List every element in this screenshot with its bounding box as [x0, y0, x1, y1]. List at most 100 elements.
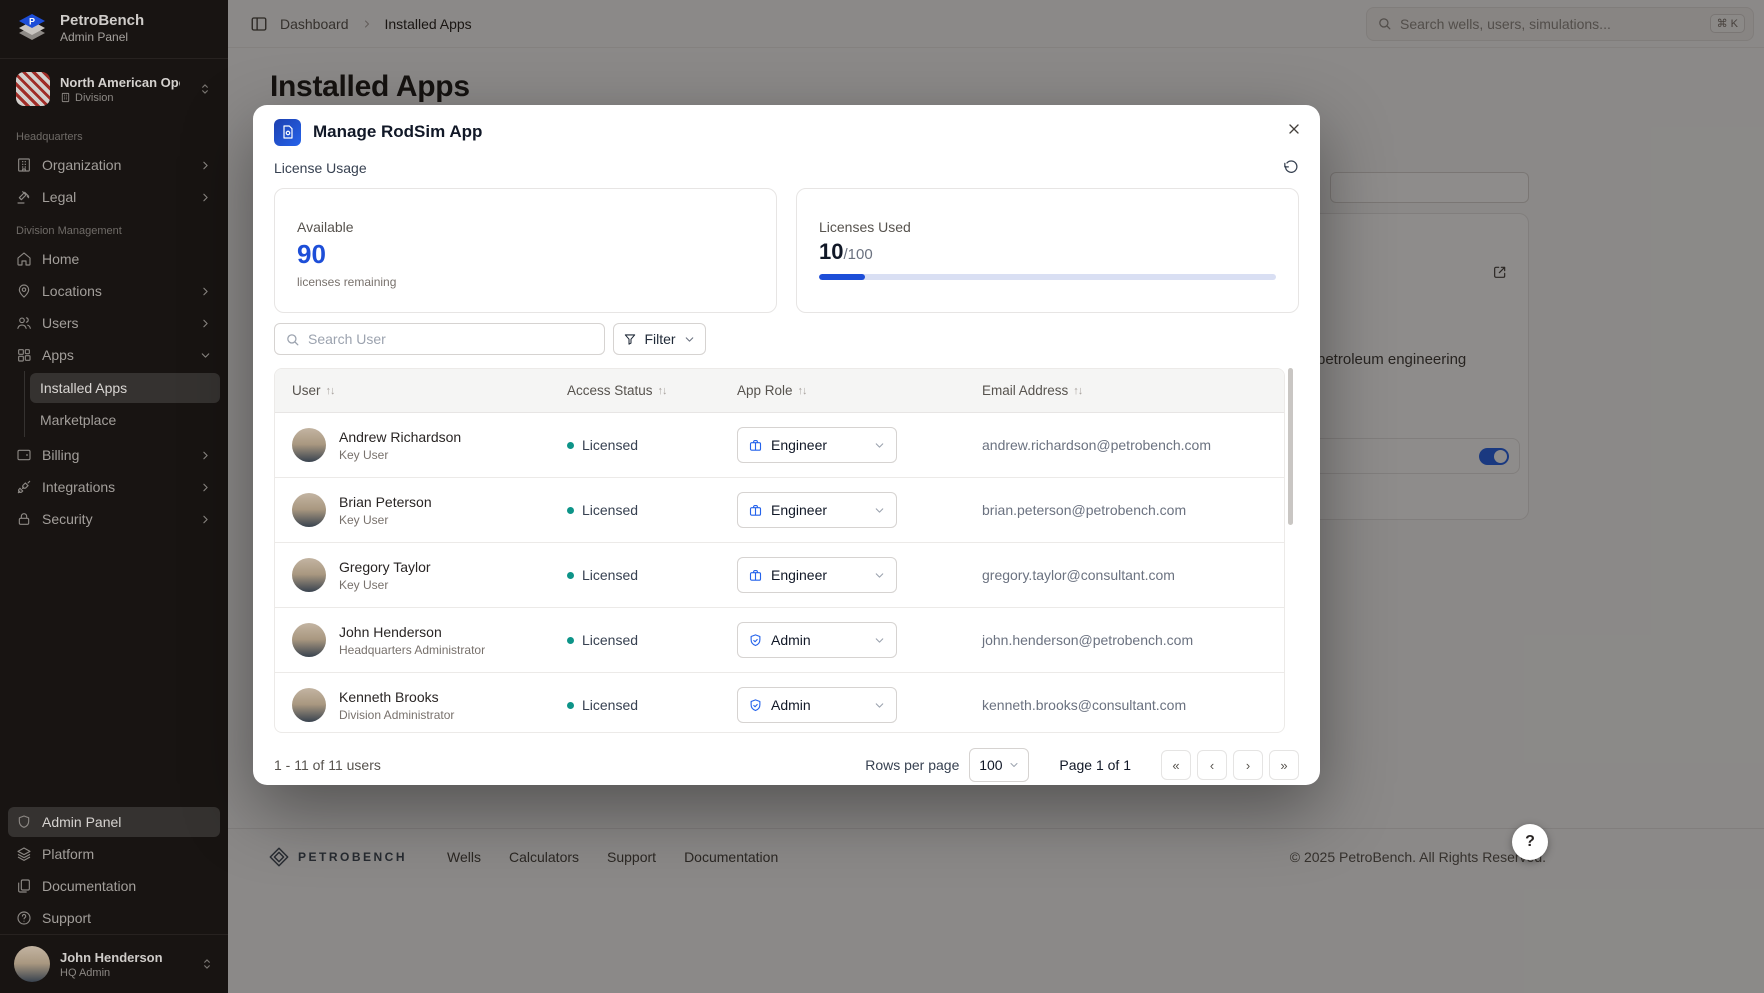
search-user-placeholder: Search User [308, 331, 386, 347]
column-header-user[interactable]: User↑↓ [275, 383, 567, 398]
close-icon[interactable] [1282, 117, 1306, 141]
help-button[interactable]: ? [1512, 824, 1548, 860]
sidebar-item-support[interactable]: Support [8, 903, 220, 933]
table-scrollbar[interactable] [1288, 368, 1293, 525]
org-type: Division [60, 92, 180, 104]
user-avatar [292, 558, 326, 592]
chevrons-up-down-icon [200, 957, 214, 971]
last-page-button[interactable]: » [1269, 750, 1299, 780]
users-icon [16, 315, 32, 331]
user-subtitle: Key User [339, 578, 431, 592]
search-user-input[interactable]: Search User [274, 323, 605, 355]
user-name: Brian Peterson [339, 494, 432, 510]
prev-page-button[interactable]: ‹ [1197, 750, 1227, 780]
status-label: Licensed [582, 697, 638, 713]
role-select[interactable]: Admin [737, 687, 897, 723]
sidebar-item-billing[interactable]: Billing [8, 440, 220, 470]
refresh-icon[interactable] [1282, 160, 1299, 177]
user-cell: Brian Peterson Key User [275, 493, 567, 527]
app-role-cell: Engineer [737, 427, 982, 463]
user-name: Andrew Richardson [339, 429, 461, 445]
profile-menu[interactable]: John Henderson HQ Admin [0, 934, 228, 993]
first-page-button[interactable]: « [1161, 750, 1191, 780]
app-role-cell: Engineer [737, 557, 982, 593]
email-cell: andrew.richardson@petrobench.com [982, 437, 1284, 453]
available-label: Available [297, 219, 754, 235]
sidebar-item-apps[interactable]: Apps [8, 340, 220, 370]
plug-icon [16, 479, 32, 495]
briefcase-icon [748, 438, 763, 453]
sidebar-item-locations[interactable]: Locations [8, 276, 220, 306]
access-status-cell: Licensed [567, 437, 737, 453]
sidebar-item-documentation[interactable]: Documentation [8, 871, 220, 901]
user-avatar [292, 428, 326, 462]
rodsim-app-icon [274, 119, 301, 146]
home-icon [16, 251, 32, 267]
sidebar-item-home[interactable]: Home [8, 244, 220, 274]
role-label: Admin [771, 697, 865, 713]
profile-role: HQ Admin [60, 967, 163, 979]
table-body: Andrew Richardson Key User Licensed Engi… [275, 413, 1284, 733]
sidebar-item-integrations[interactable]: Integrations [8, 472, 220, 502]
user-subtitle: Key User [339, 513, 432, 527]
status-dot-icon [567, 442, 574, 449]
modal-title: Manage RodSim App [313, 122, 482, 142]
role-label: Engineer [771, 437, 865, 453]
sidebar-item-organization[interactable]: Organization [8, 150, 220, 180]
sidebar-item-marketplace[interactable]: Marketplace [30, 405, 220, 435]
filter-button[interactable]: Filter [613, 323, 706, 355]
app-role-cell: Admin [737, 687, 982, 723]
column-header-email[interactable]: Email Address↑↓ [982, 383, 1284, 398]
gavel-icon [16, 189, 32, 205]
apps-submenu: Installed Apps Marketplace [24, 371, 220, 437]
svg-text:P: P [29, 17, 35, 27]
chevron-down-icon [199, 349, 212, 362]
sidebar: P PetroBench Admin Panel North American … [0, 0, 228, 993]
license-progress-bar [819, 274, 1276, 280]
sidebar-item-platform[interactable]: Platform [8, 839, 220, 869]
rows-per-page-label: Rows per page [865, 757, 959, 773]
sidebar-item-security[interactable]: Security [8, 504, 220, 534]
sidebar-item-admin-panel[interactable]: Admin Panel [8, 807, 220, 837]
petrobench-logo-icon: P [14, 10, 50, 46]
sidebar-item-installed-apps[interactable]: Installed Apps [30, 373, 220, 403]
table-row: John Henderson Headquarters Administrato… [275, 608, 1284, 673]
map-pin-icon [16, 283, 32, 299]
used-label: Licenses Used [819, 219, 1276, 235]
rows-per-page-select[interactable]: 100 [969, 748, 1029, 782]
chevron-down-icon [873, 504, 886, 517]
column-header-access-status[interactable]: Access Status↑↓ [567, 383, 737, 398]
app-role-cell: Admin [737, 622, 982, 658]
users-table: User↑↓ Access Status↑↓ App Role↑↓ Email … [274, 368, 1285, 733]
chevron-down-icon [873, 699, 886, 712]
sidebar-item-legal[interactable]: Legal [8, 182, 220, 212]
user-cell: Gregory Taylor Key User [275, 558, 567, 592]
table-row: Andrew Richardson Key User Licensed Engi… [275, 413, 1284, 478]
status-label: Licensed [582, 632, 638, 648]
app-role-cell: Engineer [737, 492, 982, 528]
sort-icon: ↑↓ [1073, 385, 1082, 397]
sort-icon: ↑↓ [798, 385, 807, 397]
role-select[interactable]: Admin [737, 622, 897, 658]
user-name: John Henderson [339, 624, 485, 640]
column-header-app-role[interactable]: App Role↑↓ [737, 383, 982, 398]
email-cell: brian.peterson@petrobench.com [982, 502, 1284, 518]
role-select[interactable]: Engineer [737, 557, 897, 593]
page-indicator: Page 1 of 1 [1059, 757, 1131, 773]
user-name: Kenneth Brooks [339, 689, 454, 705]
status-label: Licensed [582, 437, 638, 453]
chevron-right-icon [199, 285, 212, 298]
user-cell: Kenneth Brooks Division Administrator [275, 688, 567, 722]
access-status-cell: Licensed [567, 567, 737, 583]
documents-icon [16, 878, 32, 894]
user-avatar [292, 493, 326, 527]
search-icon [285, 332, 300, 347]
chevrons-up-down-icon [198, 82, 212, 96]
sidebar-item-users[interactable]: Users [8, 308, 220, 338]
status-label: Licensed [582, 502, 638, 518]
role-label: Engineer [771, 502, 865, 518]
role-select[interactable]: Engineer [737, 492, 897, 528]
org-switcher[interactable]: North American Opera Division [8, 67, 220, 111]
role-select[interactable]: Engineer [737, 427, 897, 463]
next-page-button[interactable]: › [1233, 750, 1263, 780]
